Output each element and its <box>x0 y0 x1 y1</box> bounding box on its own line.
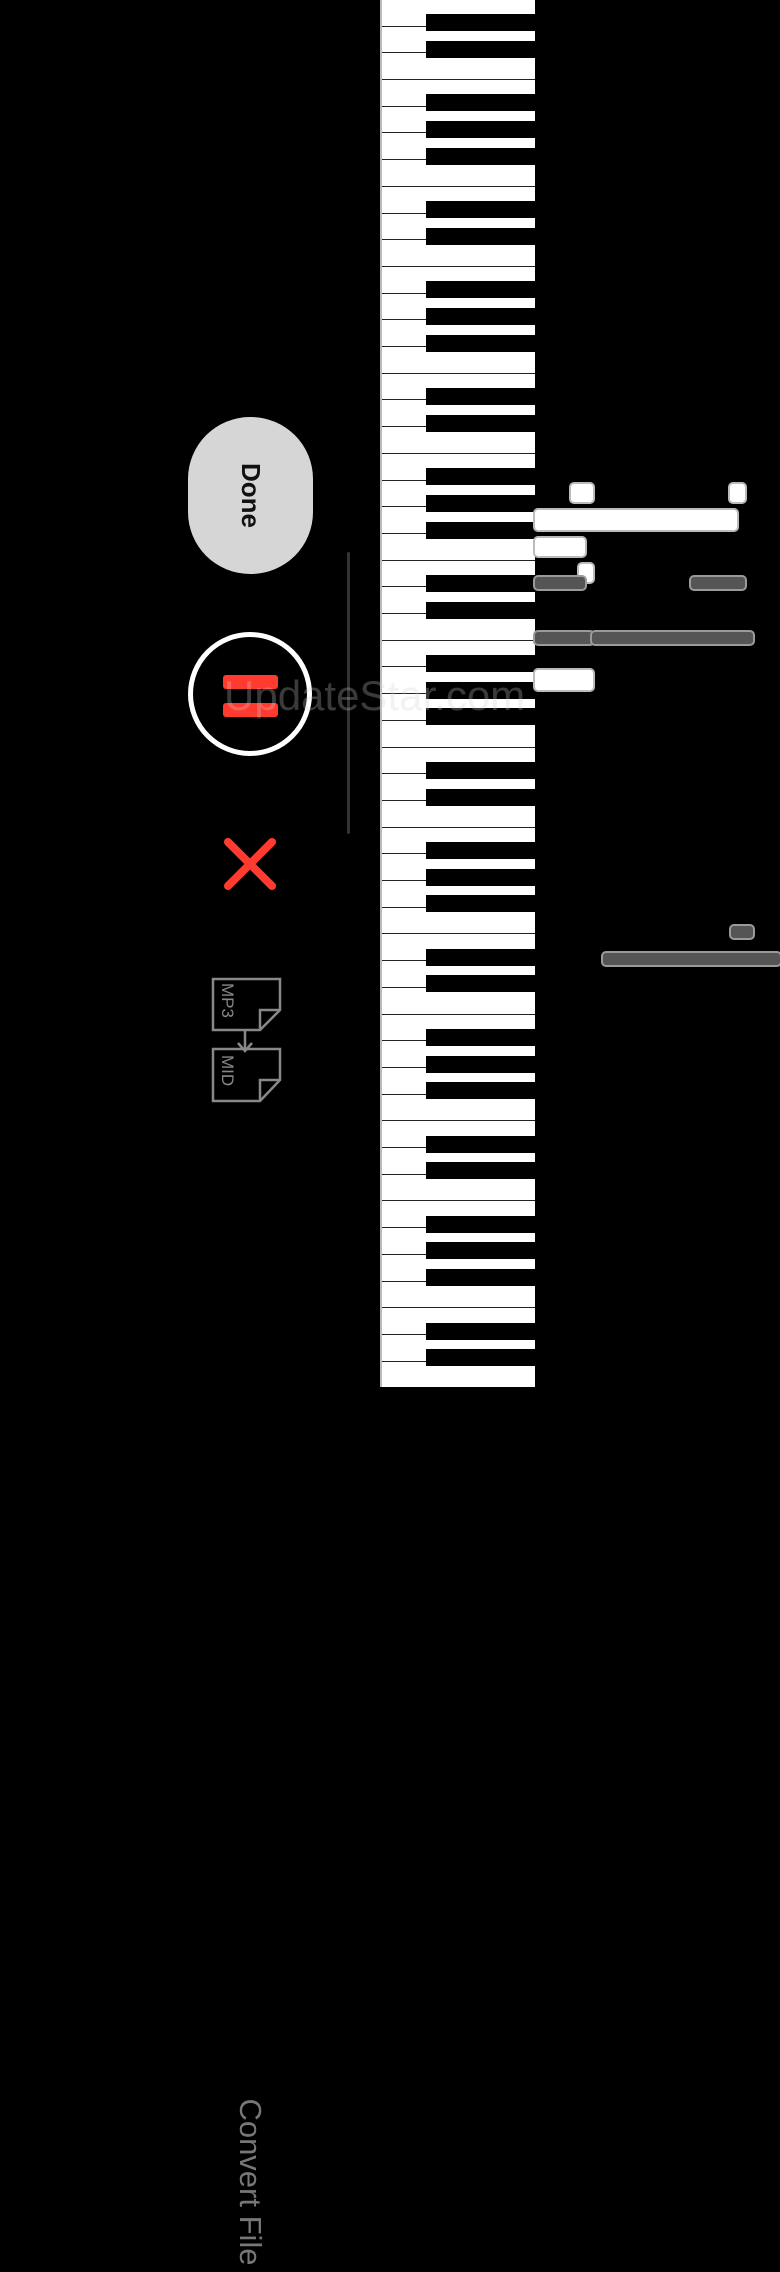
black-key[interactable] <box>426 1028 535 1046</box>
black-key[interactable] <box>426 1135 535 1153</box>
black-key[interactable] <box>426 281 535 299</box>
black-key[interactable] <box>426 334 535 352</box>
black-key[interactable] <box>426 40 535 58</box>
black-key[interactable] <box>426 841 535 859</box>
note-bar <box>533 575 587 591</box>
black-key[interactable] <box>426 227 535 245</box>
black-key[interactable] <box>426 121 535 138</box>
black-key[interactable] <box>426 521 535 539</box>
black-key[interactable] <box>426 574 535 592</box>
black-key[interactable] <box>426 948 535 966</box>
black-key[interactable] <box>426 761 535 779</box>
black-key[interactable] <box>426 788 535 806</box>
black-key[interactable] <box>426 388 535 405</box>
note-bar <box>533 536 587 558</box>
convert-file-button[interactable]: MP3 MID Convert File <box>205 975 295 2266</box>
black-key[interactable] <box>426 868 535 886</box>
close-button[interactable] <box>222 836 278 892</box>
note-bar <box>689 575 747 591</box>
black-key[interactable] <box>426 1269 535 1287</box>
black-key[interactable] <box>426 1162 535 1180</box>
black-key[interactable] <box>426 201 535 219</box>
midi-file-icon-label: MID <box>218 1055 237 1086</box>
black-key[interactable] <box>426 94 535 112</box>
black-key[interactable] <box>426 494 535 512</box>
black-key[interactable] <box>426 975 535 993</box>
black-key[interactable] <box>426 14 535 32</box>
note-bar <box>728 482 747 504</box>
mp3-file-icon-label: MP3 <box>218 983 237 1018</box>
black-key[interactable] <box>426 1082 535 1100</box>
watermark: UpdateStar.com <box>224 672 526 719</box>
note-bar <box>533 508 739 532</box>
black-key[interactable] <box>426 1215 535 1233</box>
black-key[interactable] <box>426 1322 535 1340</box>
black-key[interactable] <box>426 1349 535 1367</box>
black-key[interactable] <box>426 468 535 486</box>
note-bar <box>601 951 780 967</box>
convert-file-label: Convert File <box>233 2098 268 2266</box>
note-bar <box>569 482 595 504</box>
note-bar <box>533 630 595 646</box>
black-key[interactable] <box>426 1055 535 1073</box>
note-bar <box>729 924 755 940</box>
black-key[interactable] <box>426 895 535 913</box>
done-button[interactable]: Done <box>188 417 313 574</box>
black-key[interactable] <box>426 655 535 672</box>
black-key[interactable] <box>426 601 535 619</box>
black-key[interactable] <box>426 1242 535 1260</box>
black-key[interactable] <box>426 414 535 432</box>
close-icon <box>224 838 276 890</box>
convert-file-icon: MP3 MID <box>211 977 282 1103</box>
black-key[interactable] <box>426 147 535 165</box>
black-key[interactable] <box>426 307 535 325</box>
done-button-label: Done <box>236 463 266 528</box>
note-bar <box>590 630 755 646</box>
note-bar <box>533 668 595 692</box>
